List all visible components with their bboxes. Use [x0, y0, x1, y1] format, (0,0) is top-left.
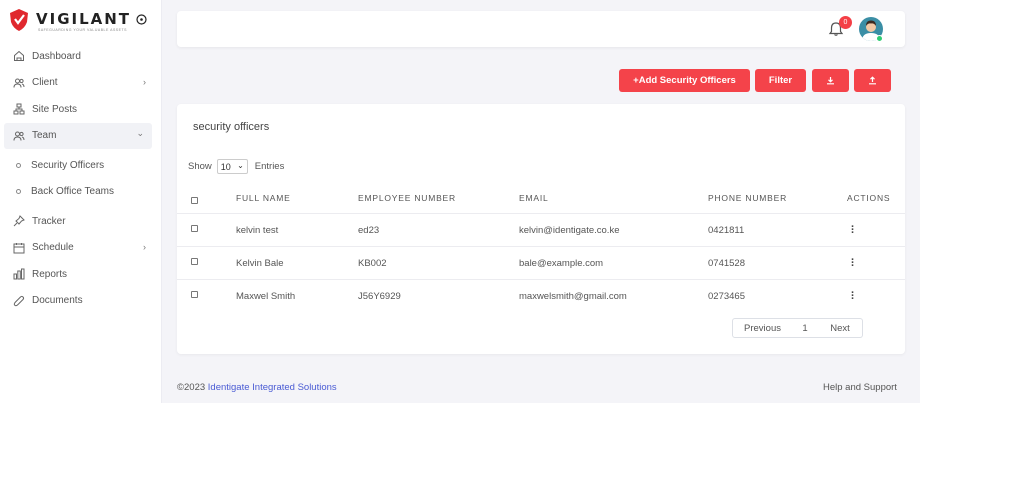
page-size-value: 10: [220, 161, 231, 172]
sidebar-item-label: Client: [32, 77, 58, 89]
brand-o-icon: [136, 14, 147, 25]
notification-badge: 0: [839, 16, 852, 29]
team-icon: [12, 129, 26, 143]
pagination-next-button[interactable]: Next: [818, 318, 863, 338]
help-and-support-link[interactable]: Help and Support: [823, 382, 897, 393]
row-actions-icon[interactable]: · · ·: [851, 255, 855, 272]
cell-employee-number: ed23: [358, 225, 380, 236]
sidebar-subitem-label: Back Office Teams: [31, 186, 114, 198]
card-title: security officers: [193, 121, 270, 133]
cell-employee-number: KB002: [358, 258, 387, 269]
sidebar-item-label: Site Posts: [32, 103, 78, 115]
cell-email: maxwelsmith@gmail.com: [519, 291, 627, 302]
sidebar-subitem-back-office-teams[interactable]: Back Office Teams: [0, 179, 162, 206]
cell-phone-number: 0273465: [708, 291, 745, 302]
page-length-control: Show 10 ⌄ Entries: [188, 159, 284, 174]
show-label: Show: [188, 161, 212, 172]
online-status-dot: [876, 35, 883, 42]
calendar-icon: [12, 241, 26, 255]
row-checkbox[interactable]: [191, 258, 198, 265]
brand-logo[interactable]: VIGILANT SAFEGUARDING YOUR VALUABLE ASSE…: [8, 8, 148, 36]
column-header-phone-number[interactable]: PHONE NUMBER: [708, 193, 787, 203]
sidebar-item-label: Schedule: [32, 242, 74, 254]
brand-tagline: SAFEGUARDING YOUR VALUABLE ASSETS: [38, 28, 127, 32]
app-window: VIGILANT SAFEGUARDING YOUR VALUABLE ASSE…: [0, 0, 920, 403]
copyright-text: ©2023: [177, 382, 208, 393]
sidebar-item-schedule[interactable]: Schedule ›: [0, 235, 162, 262]
footer-copyright: ©2023 Identigate Integrated Solutions: [177, 382, 337, 393]
chevron-right-icon: ›: [143, 241, 146, 252]
cell-email: kelvin@identigate.co.ke: [519, 225, 620, 236]
sidebar-item-dashboard[interactable]: Dashboard: [0, 43, 162, 70]
sidebar-item-documents[interactable]: Documents: [0, 288, 162, 315]
row-checkbox[interactable]: [191, 225, 198, 232]
pin-icon: [12, 214, 26, 228]
divider: [177, 246, 905, 247]
cell-full-name: Maxwel Smith: [236, 291, 296, 302]
pagination-previous-button[interactable]: Previous: [732, 318, 793, 338]
users-icon: [12, 76, 26, 90]
page-size-select[interactable]: 10 ⌄: [216, 159, 248, 174]
row-actions-icon[interactable]: · · ·: [851, 222, 855, 239]
cell-full-name: Kelvin Bale: [236, 258, 284, 269]
shield-logo-icon: [10, 9, 28, 31]
sidebar-item-tracker[interactable]: Tracker: [0, 208, 162, 235]
row-actions-icon[interactable]: · · ·: [851, 288, 855, 305]
upload-icon: [869, 76, 876, 85]
company-link[interactable]: Identigate Integrated Solutions: [208, 382, 337, 393]
sidebar-item-reports[interactable]: Reports: [0, 261, 162, 288]
sidebar-item-label: Team: [32, 130, 57, 142]
upload-button[interactable]: [854, 69, 891, 92]
sidebar-item-team[interactable]: Team ⌄: [4, 122, 152, 149]
column-header-employee-number[interactable]: EMPLOYEE NUMBER: [358, 193, 456, 203]
cell-full-name: kelvin test: [236, 225, 279, 236]
cell-email: bale@example.com: [519, 258, 604, 269]
bar-chart-icon: [12, 267, 26, 281]
pagination-page-1-button[interactable]: 1: [792, 318, 819, 338]
sidebar-item-label: Reports: [32, 268, 68, 280]
top-bar: 0: [177, 11, 905, 47]
column-header-full-name[interactable]: FULL NAME: [236, 193, 291, 203]
divider: [177, 279, 905, 280]
sidebar: VIGILANT SAFEGUARDING YOUR VALUABLE ASSE…: [0, 0, 162, 403]
sitemap-icon: [12, 102, 26, 116]
sidebar-subitem-security-officers[interactable]: Security Officers: [0, 152, 162, 179]
filter-button[interactable]: Filter: [755, 69, 806, 92]
chevron-down-icon: ⌄: [136, 127, 144, 138]
cell-employee-number: J56Y6929: [358, 291, 401, 302]
sidebar-item-label: Tracker: [32, 215, 66, 227]
sidebar-nav: Dashboard Client › Site Posts Team ⌄ Sec…: [0, 43, 162, 314]
download-icon: [827, 77, 834, 85]
home-icon: [12, 49, 26, 63]
sidebar-subitem-label: Security Officers: [31, 159, 105, 171]
security-officers-card: security officers Show 10 ⌄ Entries FULL…: [177, 104, 905, 354]
bullet-icon: [16, 162, 21, 168]
brand-name: VIGILANT: [36, 10, 132, 28]
sidebar-item-label: Dashboard: [32, 50, 81, 62]
sidebar-item-label: Documents: [32, 295, 83, 307]
download-button[interactable]: [812, 69, 849, 92]
chevron-down-icon: ⌄: [237, 161, 244, 170]
cell-phone-number: 0421811: [708, 225, 745, 236]
column-header-actions: ACTIONS: [847, 193, 891, 203]
add-security-officers-button[interactable]: +Add Security Officers: [619, 69, 750, 92]
row-checkbox[interactable]: [191, 291, 198, 298]
sidebar-item-client[interactable]: Client ›: [0, 70, 162, 97]
paperclip-icon: [12, 294, 26, 308]
select-all-checkbox[interactable]: [191, 197, 198, 204]
entries-label: Entries: [254, 161, 285, 172]
divider: [177, 213, 905, 214]
cell-phone-number: 0741528: [708, 258, 745, 269]
bullet-icon: [16, 189, 21, 195]
sidebar-item-site-posts[interactable]: Site Posts: [0, 96, 162, 123]
column-header-email[interactable]: EMAIL: [519, 193, 549, 203]
chevron-right-icon: ›: [143, 76, 146, 87]
